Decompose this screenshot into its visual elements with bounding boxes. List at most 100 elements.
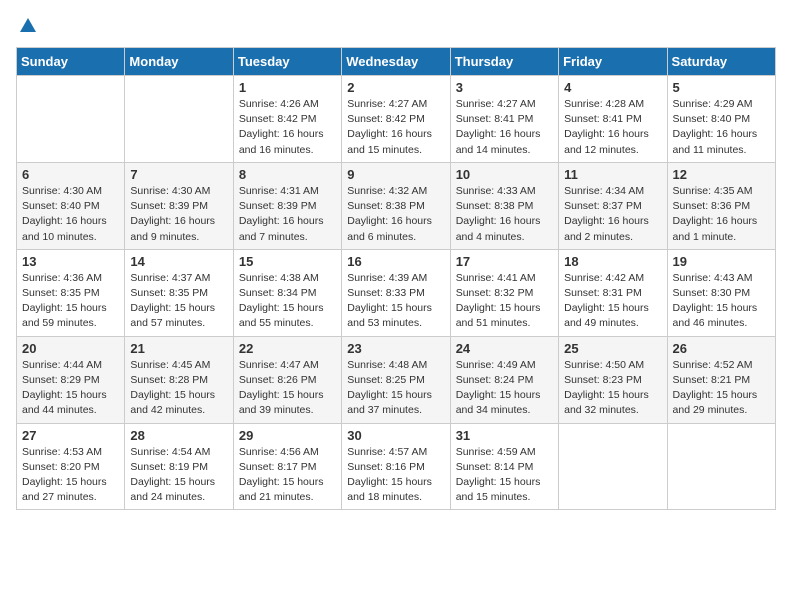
calendar: SundayMondayTuesdayWednesdayThursdayFrid… [16,47,776,510]
day-number: 6 [22,167,119,182]
day-info: Sunrise: 4:33 AMSunset: 8:38 PMDaylight:… [456,184,553,245]
week-row-2: 6Sunrise: 4:30 AMSunset: 8:40 PMDaylight… [17,162,776,249]
week-row-4: 20Sunrise: 4:44 AMSunset: 8:29 PMDayligh… [17,336,776,423]
day-info: Sunrise: 4:49 AMSunset: 8:24 PMDaylight:… [456,358,553,419]
week-row-1: 1 Sunrise: 4:26 AMSunset: 8:42 PMDaylight… [17,76,776,163]
weekday-header-wednesday: Wednesday [342,48,450,76]
day-info: Sunrise: 4:53 AMSunset: 8:20 PMDaylight:… [22,445,119,506]
day-number: 14 [130,254,227,269]
day-info: Sunrise: 4:59 AMSunset: 8:14 PMDaylight:… [456,445,553,506]
day-info: Sunrise: 4:30 AMSunset: 8:39 PMDaylight:… [130,184,227,245]
day-number: 3 [456,80,553,95]
day-info: Sunrise: 4:48 AMSunset: 8:25 PMDaylight:… [347,358,444,419]
day-number: 19 [673,254,770,269]
calendar-cell: 5 Sunrise: 4:29 AMSunset: 8:40 PMDaylight… [667,76,775,163]
week-row-5: 27 Sunrise: 4:53 AMSunset: 8:20 PMDayligh… [17,423,776,510]
day-number: 15 [239,254,336,269]
weekday-header-friday: Friday [559,48,667,76]
day-number: 22 [239,341,336,356]
calendar-cell [125,76,233,163]
day-info: Sunrise: 4:54 AMSunset: 8:19 PMDaylight:… [130,445,227,506]
day-number: 16 [347,254,444,269]
calendar-cell: 1 Sunrise: 4:26 AMSunset: 8:42 PMDaylight… [233,76,341,163]
day-info: Sunrise: 4:32 AMSunset: 8:38 PMDaylight:… [347,184,444,245]
calendar-cell: 18 Sunrise: 4:42 AMSunset: 8:31 PMDayligh… [559,249,667,336]
day-info: Sunrise: 4:27 AMSunset: 8:42 PMDaylight:… [347,97,444,158]
day-number: 7 [130,167,227,182]
calendar-cell: 13Sunrise: 4:36 AMSunset: 8:35 PMDayligh… [17,249,125,336]
day-number: 4 [564,80,661,95]
calendar-cell [17,76,125,163]
week-row-3: 13Sunrise: 4:36 AMSunset: 8:35 PMDayligh… [17,249,776,336]
calendar-cell: 2 Sunrise: 4:27 AMSunset: 8:42 PMDaylight… [342,76,450,163]
calendar-cell: 17 Sunrise: 4:41 AMSunset: 8:32 PMDayligh… [450,249,558,336]
day-info: Sunrise: 4:56 AMSunset: 8:17 PMDaylight:… [239,445,336,506]
day-number: 23 [347,341,444,356]
day-info: Sunrise: 4:31 AMSunset: 8:39 PMDaylight:… [239,184,336,245]
day-number: 21 [130,341,227,356]
day-info: Sunrise: 4:27 AMSunset: 8:41 PMDaylight:… [456,97,553,158]
logo [16,16,40,41]
day-info: Sunrise: 4:43 AMSunset: 8:30 PMDaylight:… [673,271,770,332]
logo-icon [18,16,38,36]
day-number: 1 [239,80,336,95]
calendar-cell: 7 Sunrise: 4:30 AMSunset: 8:39 PMDaylight… [125,162,233,249]
calendar-cell: 21 Sunrise: 4:45 AMSunset: 8:28 PMDayligh… [125,336,233,423]
weekday-header-tuesday: Tuesday [233,48,341,76]
weekday-header-sunday: Sunday [17,48,125,76]
calendar-cell: 22 Sunrise: 4:47 AMSunset: 8:26 PMDayligh… [233,336,341,423]
day-number: 20 [22,341,119,356]
calendar-cell: 3 Sunrise: 4:27 AMSunset: 8:41 PMDaylight… [450,76,558,163]
day-info: Sunrise: 4:42 AMSunset: 8:31 PMDaylight:… [564,271,661,332]
day-number: 26 [673,341,770,356]
calendar-cell: 25 Sunrise: 4:50 AMSunset: 8:23 PMDayligh… [559,336,667,423]
day-info: Sunrise: 4:47 AMSunset: 8:26 PMDaylight:… [239,358,336,419]
calendar-cell: 31 Sunrise: 4:59 AMSunset: 8:14 PMDayligh… [450,423,558,510]
calendar-cell [667,423,775,510]
calendar-cell: 14Sunrise: 4:37 AMSunset: 8:35 PMDayligh… [125,249,233,336]
weekday-header-monday: Monday [125,48,233,76]
day-number: 5 [673,80,770,95]
day-number: 10 [456,167,553,182]
day-number: 29 [239,428,336,443]
calendar-cell: 23 Sunrise: 4:48 AMSunset: 8:25 PMDayligh… [342,336,450,423]
day-info: Sunrise: 4:38 AMSunset: 8:34 PMDaylight:… [239,271,336,332]
day-info: Sunrise: 4:34 AMSunset: 8:37 PMDaylight:… [564,184,661,245]
day-number: 17 [456,254,553,269]
day-number: 9 [347,167,444,182]
day-info: Sunrise: 4:35 AMSunset: 8:36 PMDaylight:… [673,184,770,245]
calendar-cell: 15 Sunrise: 4:38 AMSunset: 8:34 PMDayligh… [233,249,341,336]
day-info: Sunrise: 4:45 AMSunset: 8:28 PMDaylight:… [130,358,227,419]
calendar-cell: 8 Sunrise: 4:31 AMSunset: 8:39 PMDaylight… [233,162,341,249]
day-number: 24 [456,341,553,356]
day-number: 27 [22,428,119,443]
day-number: 28 [130,428,227,443]
calendar-cell: 28 Sunrise: 4:54 AMSunset: 8:19 PMDayligh… [125,423,233,510]
calendar-cell: 4 Sunrise: 4:28 AMSunset: 8:41 PMDaylight… [559,76,667,163]
calendar-cell: 19 Sunrise: 4:43 AMSunset: 8:30 PMDayligh… [667,249,775,336]
day-number: 13 [22,254,119,269]
header [16,16,776,41]
day-number: 2 [347,80,444,95]
day-number: 12 [673,167,770,182]
day-number: 25 [564,341,661,356]
day-number: 8 [239,167,336,182]
calendar-cell: 26Sunrise: 4:52 AMSunset: 8:21 PMDayligh… [667,336,775,423]
calendar-cell: 10 Sunrise: 4:33 AMSunset: 8:38 PMDayligh… [450,162,558,249]
calendar-cell: 27 Sunrise: 4:53 AMSunset: 8:20 PMDayligh… [17,423,125,510]
day-number: 11 [564,167,661,182]
calendar-cell: 6Sunrise: 4:30 AMSunset: 8:40 PMDaylight… [17,162,125,249]
day-number: 31 [456,428,553,443]
calendar-cell: 11 Sunrise: 4:34 AMSunset: 8:37 PMDayligh… [559,162,667,249]
day-info: Sunrise: 4:28 AMSunset: 8:41 PMDaylight:… [564,97,661,158]
day-info: Sunrise: 4:29 AMSunset: 8:40 PMDaylight:… [673,97,770,158]
calendar-cell: 12 Sunrise: 4:35 AMSunset: 8:36 PMDayligh… [667,162,775,249]
day-number: 18 [564,254,661,269]
calendar-cell: 16 Sunrise: 4:39 AMSunset: 8:33 PMDayligh… [342,249,450,336]
day-info: Sunrise: 4:39 AMSunset: 8:33 PMDaylight:… [347,271,444,332]
day-info: Sunrise: 4:41 AMSunset: 8:32 PMDaylight:… [456,271,553,332]
day-info: Sunrise: 4:26 AMSunset: 8:42 PMDaylight:… [239,97,336,158]
day-info: Sunrise: 4:50 AMSunset: 8:23 PMDaylight:… [564,358,661,419]
calendar-cell: 30Sunrise: 4:57 AMSunset: 8:16 PMDayligh… [342,423,450,510]
weekday-header-thursday: Thursday [450,48,558,76]
